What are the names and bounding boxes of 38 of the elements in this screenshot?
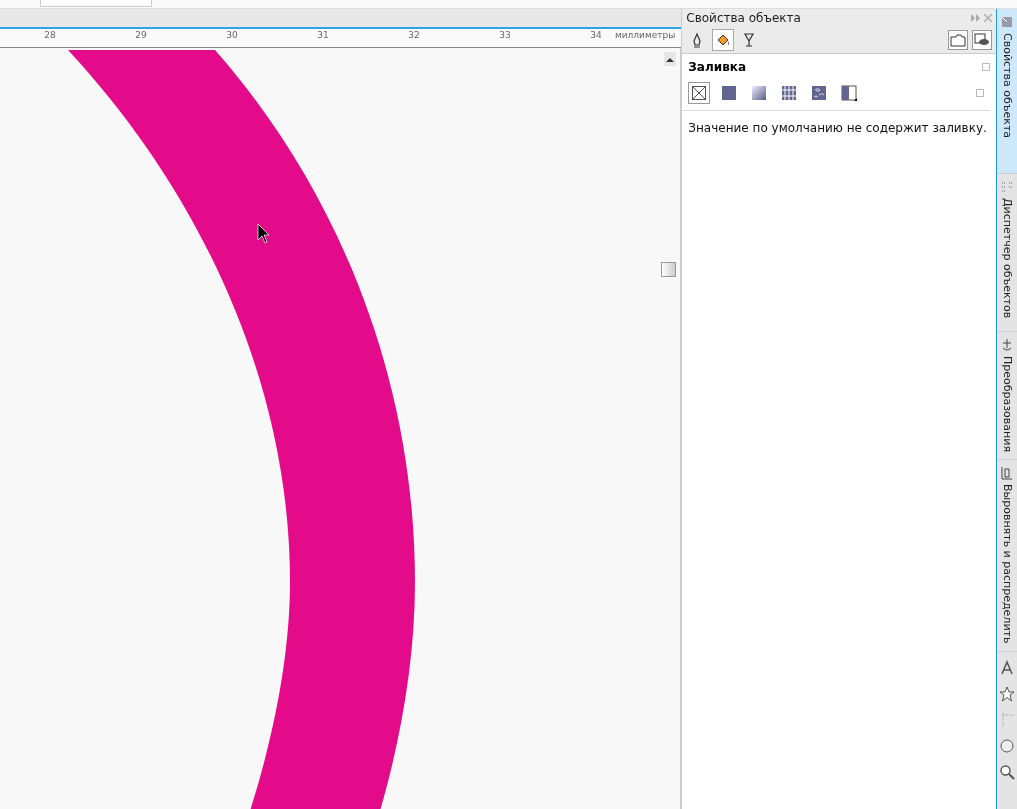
fill-swatch-icon bbox=[810, 84, 828, 102]
ruler-unit: миллиметры bbox=[614, 30, 676, 40]
search-icon[interactable] bbox=[999, 764, 1015, 780]
scroll-up-button[interactable] bbox=[664, 52, 677, 66]
tab-icon bbox=[1000, 338, 1014, 352]
ruler-label: 34 bbox=[590, 30, 602, 40]
folder-icon bbox=[950, 33, 966, 47]
fill-swatch-icon bbox=[690, 84, 708, 102]
ruler-label: 30 bbox=[226, 30, 238, 40]
ruler-label: 29 bbox=[135, 30, 147, 40]
fill-swatch-icon bbox=[750, 84, 768, 102]
section-title: Заливка bbox=[688, 60, 746, 74]
eye-button[interactable] bbox=[972, 30, 992, 50]
ruler-label: 28 bbox=[44, 30, 56, 40]
folder-button[interactable] bbox=[948, 30, 968, 50]
docker-tab[interactable]: Свойства объекта bbox=[997, 9, 1017, 174]
circle-icon[interactable] bbox=[999, 738, 1015, 754]
resize-handle[interactable] bbox=[661, 262, 677, 277]
fill-message: Значение по умолчанию не содержит заливку. bbox=[687, 120, 988, 137]
star-icon[interactable] bbox=[999, 686, 1015, 702]
tab-icon bbox=[1000, 180, 1014, 194]
text-icon[interactable] bbox=[999, 660, 1015, 676]
cursor-icon bbox=[257, 223, 270, 244]
arc-shape[interactable] bbox=[68, 50, 415, 809]
fill-swatch-icon bbox=[720, 84, 738, 102]
tab-icon bbox=[1000, 466, 1014, 480]
collapse-toggle[interactable] bbox=[982, 63, 990, 71]
option-toggle[interactable] bbox=[976, 89, 984, 97]
ruler-label: 31 bbox=[317, 30, 329, 40]
none-fill-button[interactable] bbox=[688, 82, 711, 104]
fill-swatch-icon bbox=[780, 84, 798, 102]
panel-title: Свойства объекта bbox=[686, 11, 801, 25]
tab-icon bbox=[1000, 15, 1014, 29]
eye-icon bbox=[974, 33, 990, 47]
ruler-label: 32 bbox=[408, 30, 420, 40]
fill-tool-button[interactable] bbox=[712, 29, 735, 51]
ruler-label: 33 bbox=[499, 30, 511, 40]
fill-swatch-icon bbox=[840, 84, 858, 102]
